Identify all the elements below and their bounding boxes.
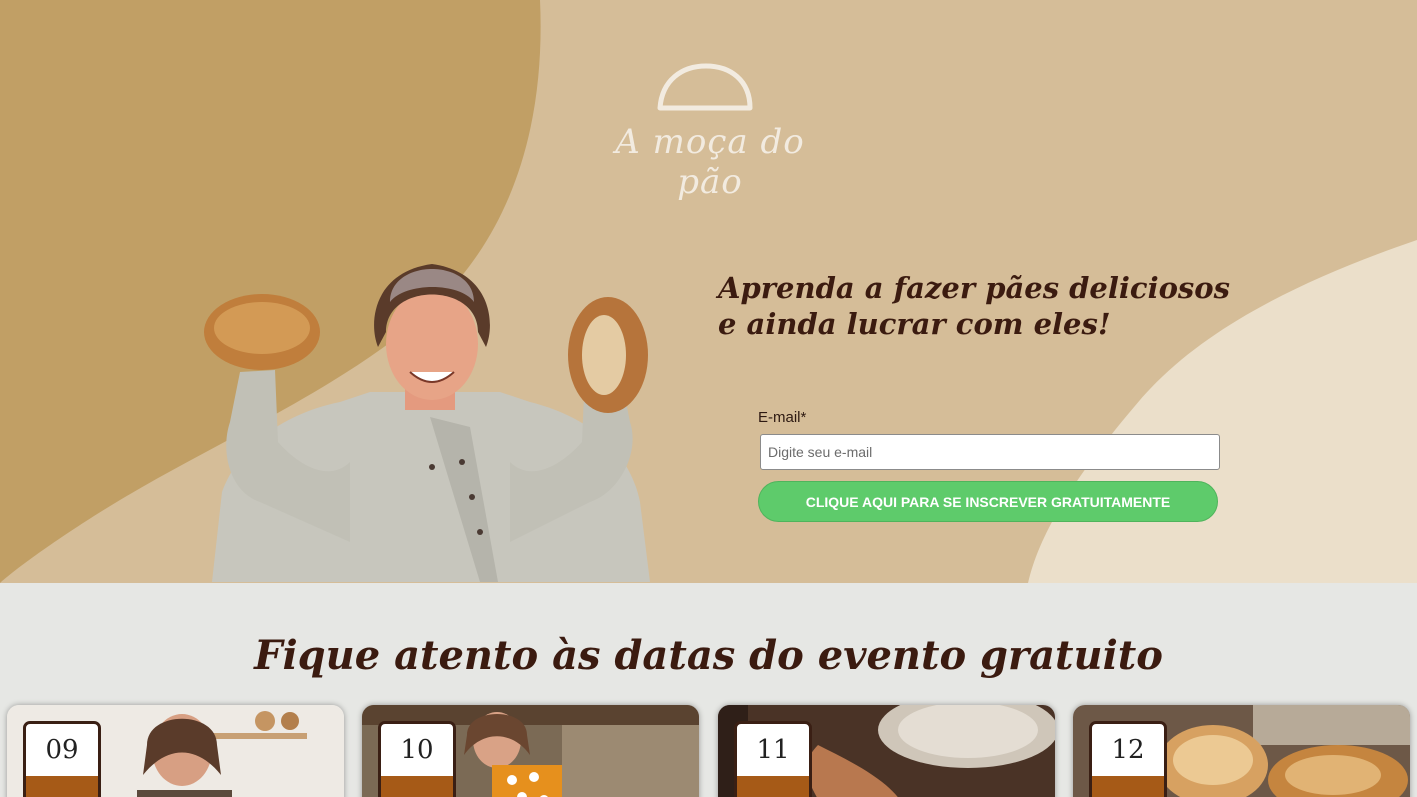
- date-band: [737, 776, 809, 797]
- date-badge: 10: [378, 721, 456, 797]
- date-day: 12: [1111, 735, 1145, 765]
- date-badge: 11: [734, 721, 812, 797]
- date-badge: 09: [23, 721, 101, 797]
- brand-name: A moça do pão: [615, 122, 805, 202]
- event-date-card[interactable]: 11: [718, 705, 1055, 797]
- date-day: 10: [400, 735, 434, 765]
- subscribe-button[interactable]: CLIQUE AQUI PARA SE INSCREVER GRATUITAME…: [758, 481, 1218, 522]
- date-band: [26, 776, 98, 797]
- date-day: 09: [45, 735, 79, 765]
- date-badge: 12: [1089, 721, 1167, 797]
- brand-logo[interactable]: A moça do pão: [580, 62, 840, 202]
- bread-dome-icon: [657, 63, 753, 111]
- email-field-label: E-mail*: [758, 409, 807, 426]
- hero-section: A moça do pão Aprenda a fazer pães delic…: [0, 0, 1417, 583]
- hero-headline: Aprenda a fazer pães deliciosos e ainda …: [718, 271, 1230, 341]
- event-date-card[interactable]: 12: [1073, 705, 1410, 797]
- events-title: Fique atento às datas do evento gratuito: [254, 632, 1163, 679]
- event-date-card[interactable]: 09: [7, 705, 344, 797]
- chef-photo: [204, 264, 650, 582]
- event-dates-list: 09 10 11 12: [0, 705, 1417, 797]
- email-field[interactable]: [760, 434, 1220, 470]
- date-band: [1092, 776, 1164, 797]
- date-day: 11: [756, 735, 790, 765]
- event-date-card[interactable]: 10: [362, 705, 699, 797]
- date-band: [381, 776, 453, 797]
